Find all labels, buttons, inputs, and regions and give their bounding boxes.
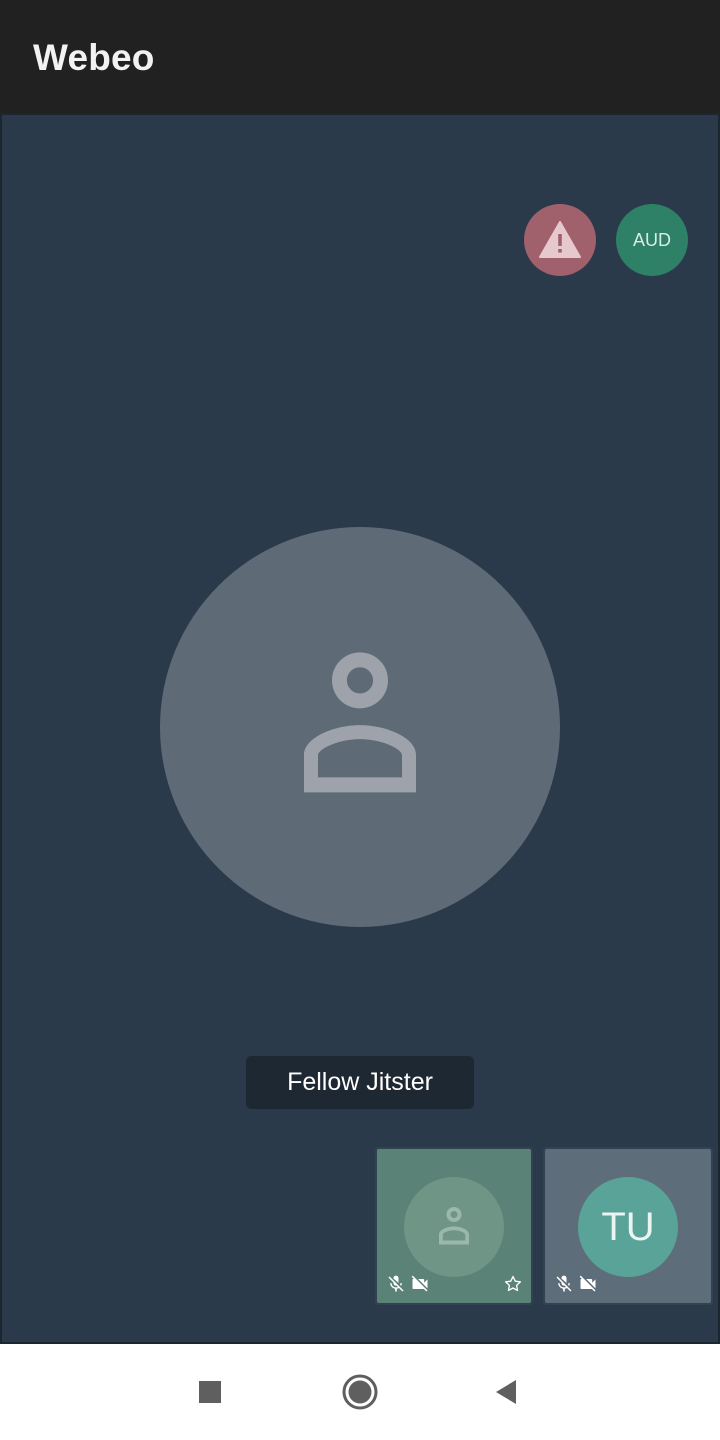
star-icon (503, 1274, 523, 1294)
local-participant-tile[interactable]: TU (543, 1147, 713, 1305)
person-icon (304, 652, 416, 793)
audio-only-label: AUD (632, 229, 671, 250)
remote-participant-avatar (404, 1177, 504, 1277)
app-bar: Webeo (0, 0, 720, 113)
local-participant-avatar: TU (578, 1177, 678, 1277)
video-off-icon (578, 1274, 598, 1294)
connection-warning-indicator[interactable] (524, 204, 596, 276)
home-icon (342, 1374, 378, 1410)
video-off-icon (410, 1274, 430, 1294)
mic-off-icon (554, 1274, 574, 1294)
system-nav-bar (0, 1344, 720, 1440)
main-participant-avatar (160, 527, 560, 927)
warning-icon (539, 221, 581, 258)
person-icon (439, 1207, 469, 1245)
main-participant-name: Fellow Jitster (246, 1056, 474, 1109)
remote-status-icons (386, 1274, 430, 1294)
recents-button[interactable] (186, 1368, 234, 1416)
audio-only-indicator[interactable]: AUD (616, 204, 688, 276)
recents-icon (199, 1381, 221, 1403)
home-button[interactable] (336, 1368, 384, 1416)
back-icon (496, 1380, 516, 1404)
local-participant-initials: TU (601, 1204, 655, 1249)
back-button[interactable] (482, 1368, 530, 1416)
mic-off-icon (386, 1274, 406, 1294)
app-title: Webeo (33, 37, 155, 78)
local-status-icons (554, 1274, 598, 1294)
remote-participant-tile[interactable] (375, 1147, 533, 1305)
